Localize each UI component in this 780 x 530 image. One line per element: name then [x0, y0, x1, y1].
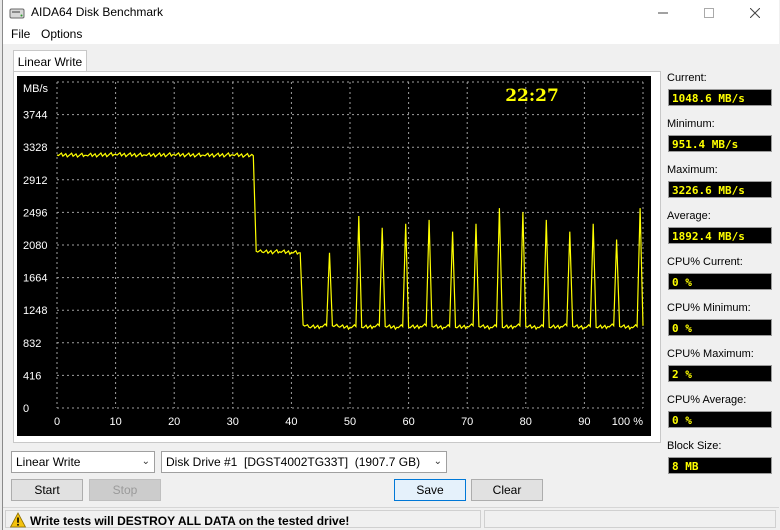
stat-value: 0 % — [668, 273, 772, 290]
stop-button[interactable]: Stop — [89, 479, 161, 501]
y-tick-label: 832 — [23, 338, 41, 350]
disk-app-icon — [9, 8, 25, 19]
stat-label: Minimum: — [667, 118, 715, 130]
minimize-icon — [658, 12, 668, 14]
y-tick-label: 3328 — [23, 142, 47, 154]
x-tick-label: 90 — [578, 416, 590, 428]
stat-value: 0 % — [668, 411, 772, 428]
minimize-button[interactable] — [640, 0, 686, 26]
disk-benchmark-window: AIDA64 Disk Benchmark File Options Linea… — [2, 0, 780, 530]
drive-value: Disk Drive #1 [DGST4002TG33T] (1907.7 GB… — [166, 455, 421, 469]
x-tick-label: 70 — [461, 416, 473, 428]
menu-options[interactable]: Options — [41, 27, 82, 41]
stat-value: 951.4 MB/s — [668, 135, 772, 152]
close-icon — [750, 8, 760, 18]
stat-label: CPU% Minimum: — [667, 302, 751, 314]
y-tick-label: 1664 — [23, 273, 47, 285]
status-bar: Write tests will DESTROY ALL DATA on the… — [3, 507, 779, 529]
stat-label: CPU% Current: — [667, 256, 743, 268]
x-tick-label: 30 — [227, 416, 239, 428]
y-tick-label: 1248 — [23, 305, 47, 317]
x-tick-label: 40 — [285, 416, 297, 428]
stat-label: Current: — [667, 72, 707, 84]
save-button[interactable]: Save — [394, 479, 466, 501]
elapsed-timer: 22:27 — [505, 86, 559, 106]
benchmark-graph: MB/s 3744 3328 2912 2496 2080 1664 1248 832 416 0 0… — [17, 76, 651, 436]
tab-linear-write[interactable]: Linear Write — [13, 50, 87, 72]
y-tick-label: 416 — [23, 370, 41, 382]
x-tick-label: 100 % — [612, 416, 643, 428]
x-tick-label: 80 — [520, 416, 532, 428]
y-tick-label: 0 — [23, 403, 29, 415]
y-tick-label: 2496 — [23, 207, 47, 219]
stat-value: 8 MB — [668, 457, 772, 474]
menu-file[interactable]: File — [11, 27, 30, 41]
benchmark-graph-canvas: MB/s374433282912249620801664124883241600… — [23, 81, 644, 428]
stat-label: Average: — [667, 210, 711, 222]
x-tick-label: 0 — [54, 416, 60, 428]
stat-label: Block Size: — [667, 440, 722, 452]
stat-value: 2 % — [668, 365, 772, 382]
close-button[interactable] — [732, 0, 778, 26]
chevron-down-icon: ⌄ — [141, 456, 150, 467]
drive-select[interactable]: Disk Drive #1 [DGST4002TG33T] (1907.7 GB… — [161, 451, 447, 473]
y-tick-label: 2080 — [23, 240, 47, 252]
y-axis-unit-label: MB/s — [23, 83, 49, 95]
x-tick-label: 20 — [168, 416, 180, 428]
status-warning-text: Write tests will DESTROY ALL DATA on the… — [30, 514, 350, 528]
warning-icon — [10, 512, 26, 528]
chevron-down-icon: ⌄ — [433, 456, 442, 467]
x-tick-label: 10 — [109, 416, 121, 428]
test-type-select[interactable]: Linear Write ⌄ — [11, 451, 155, 473]
clear-button[interactable]: Clear — [471, 479, 543, 501]
maximize-button[interactable] — [686, 0, 732, 26]
window-title: AIDA64 Disk Benchmark — [31, 5, 164, 19]
start-button[interactable]: Start — [11, 479, 83, 501]
y-tick-label: 3744 — [23, 110, 47, 122]
x-tick-label: 50 — [344, 416, 356, 428]
test-type-value: Linear Write — [16, 455, 81, 469]
title-bar: AIDA64 Disk Benchmark — [3, 0, 779, 26]
x-tick-label: 60 — [402, 416, 414, 428]
maximize-icon — [704, 8, 714, 18]
stat-value: 3226.6 MB/s — [668, 181, 772, 198]
y-tick-label: 2912 — [23, 175, 47, 187]
stat-label: Maximum: — [667, 164, 718, 176]
stat-value: 0 % — [668, 319, 772, 336]
stat-value: 1048.6 MB/s — [668, 89, 772, 106]
stat-label: CPU% Maximum: — [667, 348, 754, 360]
menu-bar: File Options — [3, 26, 779, 44]
stat-value: 1892.4 MB/s — [668, 227, 772, 244]
status-warning-segment: Write tests will DESTROY ALL DATA on the… — [5, 510, 481, 528]
status-empty-segment — [484, 510, 776, 528]
stat-label: CPU% Average: — [667, 394, 747, 406]
